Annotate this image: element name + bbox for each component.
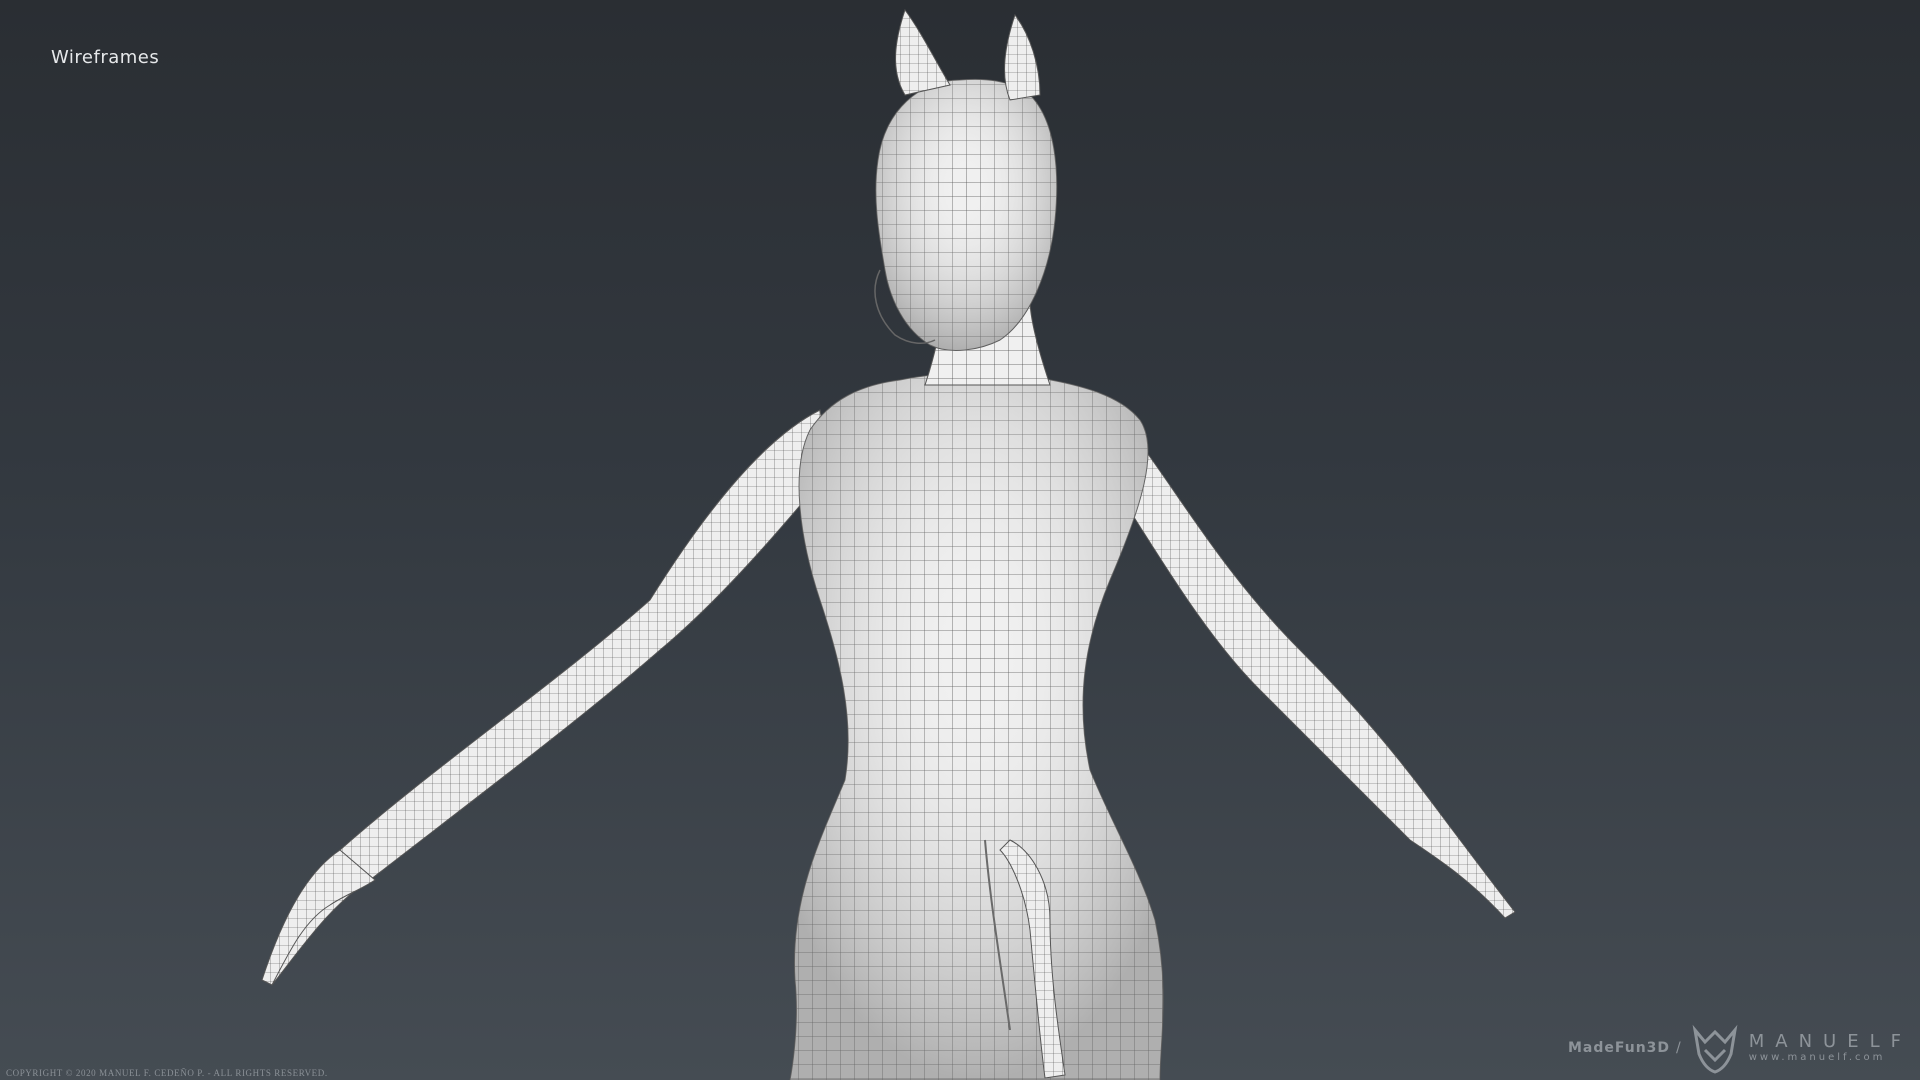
right-ear bbox=[1004, 13, 1041, 101]
wireframe-character-render bbox=[261, 8, 1516, 1080]
watermark: MadeFun3D / MANUELF www.manuelf.com bbox=[1568, 1018, 1912, 1078]
right-arm bbox=[1109, 418, 1516, 919]
brand-logo-icon bbox=[1692, 1024, 1738, 1074]
viewport: Wireframes COPYRIGHT © 2020 MANUEL F. CE… bbox=[0, 0, 1920, 1080]
left-ear bbox=[895, 8, 951, 96]
brand-name: MANUELF bbox=[1748, 1031, 1912, 1052]
studio-label: MadeFun3D bbox=[1567, 1040, 1671, 1056]
copyright-notice: COPYRIGHT © 2020 MANUEL F. CEDEÑO P. - A… bbox=[6, 1068, 328, 1078]
separator: / bbox=[1676, 1040, 1681, 1056]
left-arm bbox=[261, 409, 831, 986]
brand-url: www.manuelf.com bbox=[1748, 1052, 1886, 1063]
brand: MANUELF www.manuelf.com bbox=[1749, 1033, 1912, 1063]
